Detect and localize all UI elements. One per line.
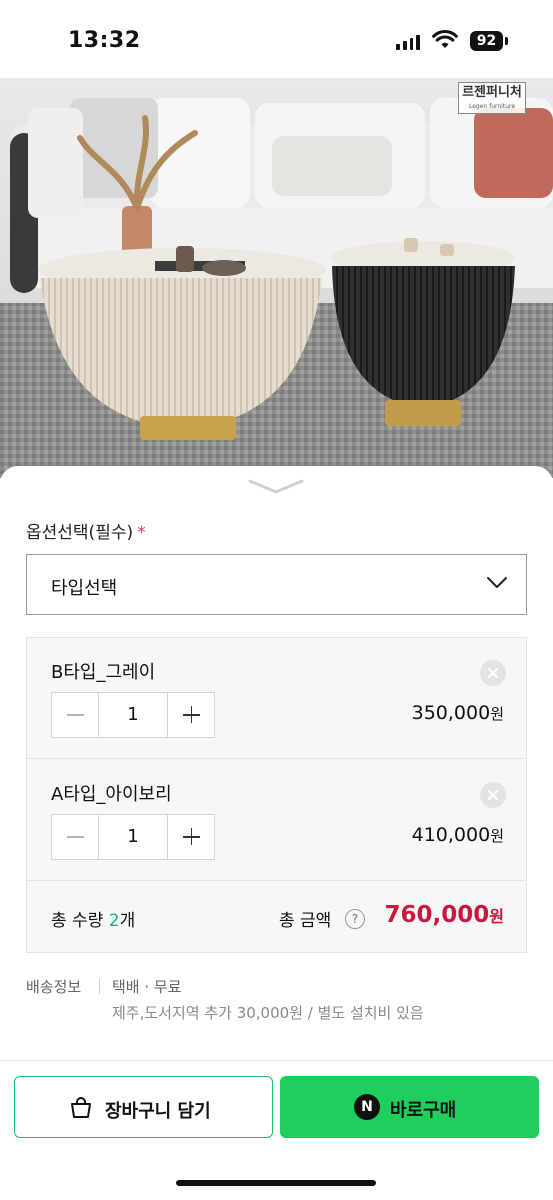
buy-now-button[interactable]: N 바로구매: [280, 1076, 539, 1138]
signal-icon: [396, 34, 420, 50]
shopping-bag-icon: [71, 1097, 91, 1118]
item-price: 410,000원: [412, 824, 504, 846]
total-row: 총 수량 2개 총 금액 ? 760,000원: [27, 882, 526, 952]
help-icon[interactable]: ?: [345, 909, 365, 929]
status-bar: 13:32 92: [0, 0, 553, 78]
increase-button[interactable]: [167, 815, 214, 859]
total-price: 760,000원: [385, 902, 505, 928]
shipping-note: 제주,도서지역 추가 30,000원 / 별도 설치비 있음: [112, 1004, 424, 1022]
quantity-stepper: 1: [51, 814, 215, 860]
currency: 원: [490, 705, 504, 723]
total-qty-suffix: 개: [119, 911, 136, 931]
status-time: 13:32: [68, 28, 141, 53]
naver-pay-icon: N: [354, 1094, 380, 1120]
add-to-cart-label: 장바구니 담기: [105, 1101, 211, 1122]
item-name: B타입_그레이: [51, 662, 156, 683]
divider: [0, 1060, 553, 1061]
home-indicator: [176, 1180, 376, 1186]
shipping-label: 배송정보: [26, 978, 82, 996]
item-price-value: 410,000: [411, 824, 491, 846]
increase-button[interactable]: [167, 693, 214, 737]
item-price: 350,000원: [412, 702, 504, 724]
wifi-icon: [432, 30, 458, 48]
product-photo: [0, 78, 553, 478]
type-select[interactable]: 타입선택: [26, 554, 527, 615]
battery-level: 92: [470, 31, 503, 51]
brand-logo-text: 르젠퍼니처: [462, 85, 522, 100]
item-name: A타입_아이보리: [51, 784, 172, 805]
shipping-method: 택배 · 무료: [112, 978, 182, 996]
product-image: 르젠퍼니처 Legen furniture: [0, 78, 553, 478]
total-amount-label: 총 금액: [279, 911, 332, 931]
chevron-down-icon: [487, 577, 507, 588]
quantity-stepper: 1: [51, 692, 215, 738]
total-qty-prefix: 총 수량: [51, 911, 109, 931]
buy-now-label: 바로구매: [390, 1100, 457, 1121]
option-title-text: 옵션선택(필수): [26, 523, 134, 543]
option-sheet: 옵션선택(필수) * 타입선택 B타입_그레이 1 350,000원 A타입_아이…: [0, 466, 553, 1200]
required-mark: *: [137, 523, 146, 543]
currency: 원: [490, 827, 504, 845]
total-qty-value: 2: [108, 911, 120, 931]
item-price-value: 350,000: [411, 702, 491, 724]
option-title: 옵션선택(필수) *: [26, 518, 146, 543]
selected-items: B타입_그레이 1 350,000원 A타입_아이보리 1 410,000원 총…: [26, 637, 527, 953]
total-price-value: 760,000: [384, 902, 490, 928]
decrease-button[interactable]: [52, 693, 99, 737]
add-to-cart-button[interactable]: 장바구니 담기: [14, 1076, 273, 1138]
currency: 원: [489, 907, 504, 926]
remove-item-icon[interactable]: [480, 782, 506, 808]
selected-item: A타입_아이보리 1 410,000원: [27, 760, 526, 881]
brand-logo-sub: Legen furniture: [468, 103, 516, 110]
divider: [99, 979, 100, 994]
quantity-value[interactable]: 1: [99, 693, 167, 737]
type-select-label: 타입선택: [51, 578, 118, 599]
brand-logo: 르젠퍼니처 Legen furniture: [458, 82, 526, 114]
decrease-button[interactable]: [52, 815, 99, 859]
total-quantity: 총 수량 2개: [51, 906, 135, 931]
selected-item: B타입_그레이 1 350,000원: [27, 638, 526, 759]
quantity-value[interactable]: 1: [99, 815, 167, 859]
chevron-down-icon[interactable]: [248, 478, 304, 496]
battery-icon: 92: [470, 31, 508, 51]
remove-item-icon[interactable]: [480, 660, 506, 686]
